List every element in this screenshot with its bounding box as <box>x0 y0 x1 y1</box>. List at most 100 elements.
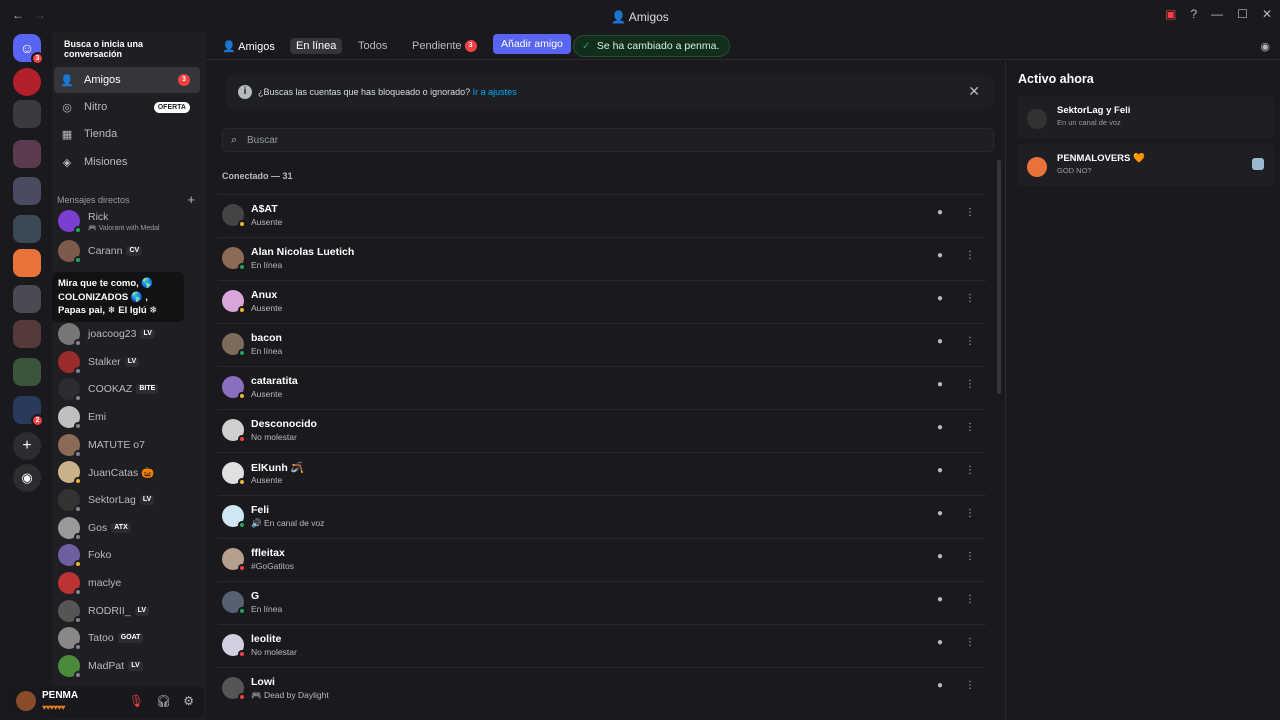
message-icon[interactable]: ● <box>930 375 950 395</box>
message-icon[interactable]: ● <box>930 676 950 696</box>
dm-name: Rick <box>88 210 109 223</box>
dm-item[interactable]: MATUTE o7 <box>56 432 202 458</box>
avatar <box>58 323 82 347</box>
shop-icon: ▦ <box>61 128 73 141</box>
more-icon[interactable]: ⋮ <box>960 676 980 696</box>
nav-quests[interactable]: ◈ Misiones <box>54 149 200 175</box>
friend-row[interactable]: leolite No molestar ● ⋮ <box>218 624 986 666</box>
more-icon[interactable]: ⋮ <box>960 418 980 438</box>
message-icon[interactable]: ● <box>930 547 950 567</box>
tab-online[interactable]: En línea <box>290 38 343 54</box>
dm-item[interactable]: maclye <box>56 570 202 596</box>
friend-row[interactable]: bacon En línea ● ⋮ <box>218 323 986 365</box>
friend-row[interactable]: Desconocido No molestar ● ⋮ <box>218 409 986 451</box>
dm-item[interactable]: COOKAZ BITE <box>56 376 202 402</box>
gear-icon[interactable]: ⚙ <box>183 694 194 708</box>
friend-row[interactable]: cataratita Ausente ● ⋮ <box>218 366 986 408</box>
dm-name: MadPat <box>88 660 125 672</box>
friend-row[interactable]: G En línea ● ⋮ <box>218 581 986 623</box>
add-friend-button[interactable]: Añadir amigo <box>493 34 571 54</box>
dm-item[interactable]: Tatoo GOAT <box>56 625 202 651</box>
inbox-icon[interactable]: ◉ <box>1260 40 1270 53</box>
more-icon[interactable]: ⋮ <box>960 461 980 481</box>
server-folder[interactable]: 2 <box>13 396 44 427</box>
more-icon[interactable]: ⋮ <box>960 332 980 352</box>
add-dm-icon[interactable]: + <box>187 192 195 207</box>
message-icon[interactable]: ● <box>930 504 950 524</box>
avatar <box>222 419 246 443</box>
message-icon[interactable]: ● <box>930 633 950 653</box>
friend-status: En línea <box>251 604 283 614</box>
message-icon[interactable]: ● <box>930 246 950 266</box>
friend-row[interactable]: A$AT Ausente ● ⋮ <box>218 194 986 236</box>
home-button[interactable]: ☺ 3 <box>13 34 44 65</box>
add-server-icon[interactable]: + <box>13 432 41 460</box>
dm-item[interactable]: Carann CV <box>56 238 202 264</box>
more-icon[interactable]: ⋮ <box>960 246 980 266</box>
friend-row[interactable]: Feli 🔊 En canal de voz ● ⋮ <box>218 495 986 537</box>
more-icon[interactable]: ⋮ <box>960 633 980 653</box>
close-button[interactable]: ✕ <box>1262 7 1272 21</box>
message-icon[interactable]: ● <box>930 461 950 481</box>
server-folder[interactable] <box>13 358 41 386</box>
message-icon[interactable]: ● <box>930 418 950 438</box>
server-folder[interactable] <box>13 140 41 168</box>
dm-item[interactable]: Stalker LV <box>56 349 202 375</box>
mic-muted-icon[interactable]: 🎙︎ <box>129 694 144 708</box>
message-icon[interactable]: ● <box>930 289 950 309</box>
close-icon[interactable]: ✕ <box>968 83 980 100</box>
avatar <box>58 517 82 541</box>
server-icon[interactable] <box>13 249 41 277</box>
tab-pending[interactable]: Pendiente 3 <box>406 38 483 54</box>
maximize-button[interactable]: ☐ <box>1237 7 1248 21</box>
nav-friends[interactable]: 👤 Amigos 3 <box>54 67 200 93</box>
friend-row[interactable]: Alan Nicolas Luetich En línea ● ⋮ <box>218 237 986 279</box>
more-icon[interactable]: ⋮ <box>960 375 980 395</box>
discover-icon[interactable]: ◉ <box>13 464 41 492</box>
message-icon[interactable]: ● <box>930 590 950 610</box>
dm-item[interactable]: JuanCatas 🎃 <box>56 459 202 485</box>
dm-item[interactable]: Gos ATX <box>56 515 202 541</box>
friend-row[interactable]: Lowi 🎮 Dead by Daylight ● ⋮ <box>218 667 986 709</box>
server-folder[interactable] <box>13 177 41 205</box>
more-icon[interactable]: ⋮ <box>960 504 980 524</box>
offer-badge: OFERTA <box>153 101 190 113</box>
server-folder[interactable] <box>13 285 41 313</box>
more-icon[interactable]: ⋮ <box>960 547 980 567</box>
server-folder[interactable] <box>13 100 41 128</box>
activity-card[interactable]: PENMALOVERS 🧡 GOD NO? <box>1017 144 1274 186</box>
more-icon[interactable]: ⋮ <box>960 203 980 223</box>
dm-name: joacoog23 <box>88 328 137 340</box>
nav-nitro[interactable]: ◎ Nitro OFERTA <box>54 94 200 120</box>
friend-row[interactable]: Anux Ausente ● ⋮ <box>218 280 986 322</box>
dm-item[interactable]: RODRII_ LV <box>56 598 202 624</box>
headset-icon[interactable]: 🎧︎ <box>156 694 171 708</box>
dm-item[interactable]: MadPat LV <box>56 653 202 679</box>
dm-item[interactable]: SektorLag LV <box>56 487 202 513</box>
avatar[interactable] <box>16 691 36 711</box>
tab-all[interactable]: Todos <box>352 38 393 54</box>
friend-row[interactable]: ElKunh 🪃 Ausente ● ⋮ <box>218 452 986 494</box>
friend-row[interactable]: ffleitax #GoGatitos ● ⋮ <box>218 538 986 580</box>
find-conversation-button[interactable]: Busca o inicia una conversación <box>56 33 202 59</box>
server-folder[interactable] <box>13 215 41 243</box>
dm-item[interactable]: joacoog23 LV <box>56 321 202 347</box>
settings-link[interactable]: Ir a ajustes <box>473 87 517 97</box>
dm-name: JuanCatas 🎃 <box>88 466 155 479</box>
activity-card[interactable]: SektorLag y Feli En un canal de voz <box>1017 96 1274 138</box>
dm-item[interactable]: Emi <box>56 404 202 430</box>
more-icon[interactable]: ⋮ <box>960 289 980 309</box>
search-input[interactable] <box>247 133 847 147</box>
help-icon[interactable]: ? <box>1190 7 1197 21</box>
inbox-icon[interactable]: ▣ <box>1165 7 1176 21</box>
scrollbar[interactable] <box>997 160 1001 394</box>
message-icon[interactable]: ● <box>930 203 950 223</box>
minimize-button[interactable]: — <box>1211 7 1223 21</box>
dm-item[interactable]: Foko <box>56 542 202 568</box>
server-folder[interactable] <box>13 320 41 348</box>
more-icon[interactable]: ⋮ <box>960 590 980 610</box>
server-icon[interactable] <box>13 68 41 96</box>
dm-item[interactable]: Rick 🎮 Valorant with Medal <box>56 208 202 234</box>
message-icon[interactable]: ● <box>930 332 950 352</box>
nav-shop[interactable]: ▦ Tienda <box>54 121 200 147</box>
